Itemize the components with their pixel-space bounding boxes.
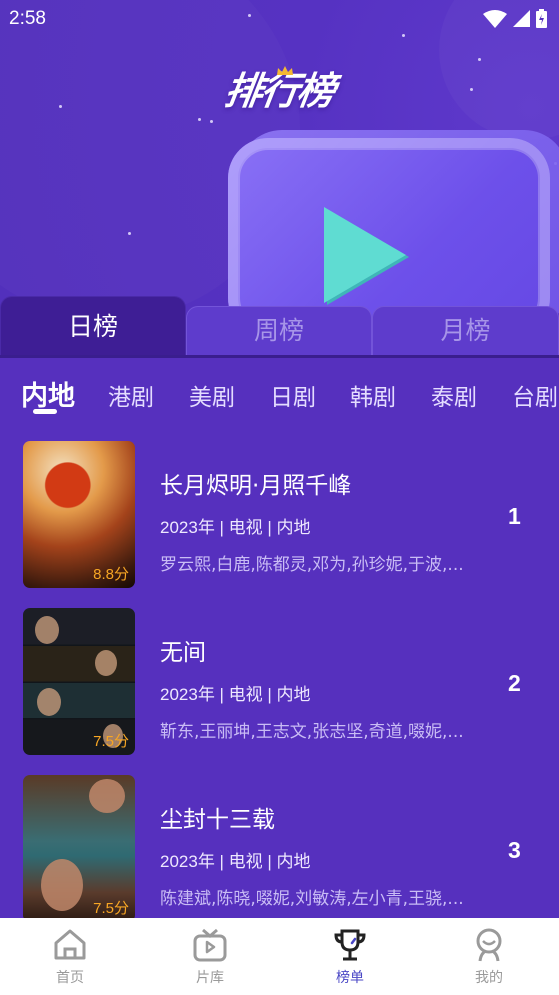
nav-library[interactable]: 片库 xyxy=(140,918,280,995)
signal-icon xyxy=(513,10,530,27)
item-cast: 陈建斌,陈晓,啜妮,刘敏涛,左小青,王骁,... xyxy=(160,889,464,909)
poster-image: 7.5分 xyxy=(23,775,135,922)
nav-label: 片库 xyxy=(196,970,224,986)
nav-label: 榜单 xyxy=(336,970,364,986)
status-time: 2:58 xyxy=(9,8,46,29)
category-mainland[interactable]: 内地 xyxy=(21,374,75,413)
item-meta: 2023年 | 电视 | 内地 xyxy=(160,685,311,704)
item-title: 无间 xyxy=(160,640,206,666)
tab-monthly[interactable]: 月榜 xyxy=(372,306,559,358)
period-tabs: 日榜 周榜 月榜 xyxy=(0,296,559,358)
item-cast: 罗云熙,白鹿,陈都灵,邓为,孙珍妮,于波,... xyxy=(160,555,464,575)
star-decoration xyxy=(128,232,131,235)
poster-figure xyxy=(89,779,125,813)
poster-image: 7.5分 xyxy=(23,608,135,755)
battery-charging-icon xyxy=(536,9,547,28)
score-badge: 8.8分 xyxy=(93,566,129,583)
poster-figure xyxy=(35,616,59,644)
rank-number: 3 xyxy=(508,837,521,863)
category-us[interactable]: 美剧 xyxy=(189,378,235,412)
nav-rankings[interactable]: 榜单 xyxy=(280,918,420,995)
item-title: 长月烬明·月照千峰 xyxy=(160,473,352,499)
tab-weekly[interactable]: 周榜 xyxy=(186,306,372,358)
ranking-item[interactable]: 8.8分 长月烬明·月照千峰 2023年 | 电视 | 内地 罗云熙,白鹿,陈都… xyxy=(0,440,559,590)
category-hk[interactable]: 港剧 xyxy=(108,378,154,412)
poster-figure xyxy=(95,650,117,676)
tab-daily[interactable]: 日榜 xyxy=(0,296,186,358)
category-taiwan[interactable]: 台剧 xyxy=(512,378,558,412)
play-icon xyxy=(324,207,406,303)
item-title: 尘封十三载 xyxy=(160,807,275,833)
category-korea[interactable]: 韩剧 xyxy=(350,378,396,412)
item-meta: 2023年 | 电视 | 内地 xyxy=(160,852,311,871)
poster-image: 8.8分 xyxy=(23,441,135,588)
nav-label: 我的 xyxy=(475,970,503,986)
category-active-indicator xyxy=(33,409,57,414)
poster-figure xyxy=(41,859,83,911)
trophy-icon xyxy=(334,929,366,961)
ranking-screen: 排行榜 2:58 日榜 周榜 月榜 内地 港剧 美剧 日剧 韩剧 泰剧 台剧 8… xyxy=(0,0,559,995)
wifi-icon xyxy=(483,9,507,28)
item-cast: 靳东,王丽坤,王志文,张志坚,奇道,啜妮,... xyxy=(160,722,464,742)
rank-number: 1 xyxy=(508,503,521,529)
ranking-item[interactable]: 7.5分 无间 2023年 | 电视 | 内地 靳东,王丽坤,王志文,张志坚,奇… xyxy=(0,607,559,757)
score-badge: 7.5分 xyxy=(93,900,129,917)
user-icon xyxy=(476,928,502,962)
score-badge: 7.5分 xyxy=(93,733,129,750)
star-decoration xyxy=(210,120,213,123)
nav-home[interactable]: 首页 xyxy=(0,918,140,995)
rank-number: 2 xyxy=(508,670,521,696)
crown-icon xyxy=(277,66,293,75)
nav-label: 首页 xyxy=(56,970,84,986)
status-bar: 2:58 xyxy=(0,0,559,38)
category-japan[interactable]: 日剧 xyxy=(270,378,316,412)
nav-profile[interactable]: 我的 xyxy=(419,918,559,995)
home-icon xyxy=(54,929,86,960)
tv-icon xyxy=(193,928,227,962)
item-meta: 2023年 | 电视 | 内地 xyxy=(160,518,311,537)
tabs-divider xyxy=(0,355,559,358)
star-decoration xyxy=(198,118,201,121)
ranking-item[interactable]: 7.5分 尘封十三载 2023年 | 电视 | 内地 陈建斌,陈晓,啜妮,刘敏涛… xyxy=(0,774,559,924)
category-thai[interactable]: 泰剧 xyxy=(431,378,477,412)
category-tabs: 内地 港剧 美剧 日剧 韩剧 泰剧 台剧 xyxy=(0,372,559,422)
poster-figure xyxy=(37,688,61,716)
bottom-nav: 首页 片库 榜单 我的 xyxy=(0,918,559,995)
